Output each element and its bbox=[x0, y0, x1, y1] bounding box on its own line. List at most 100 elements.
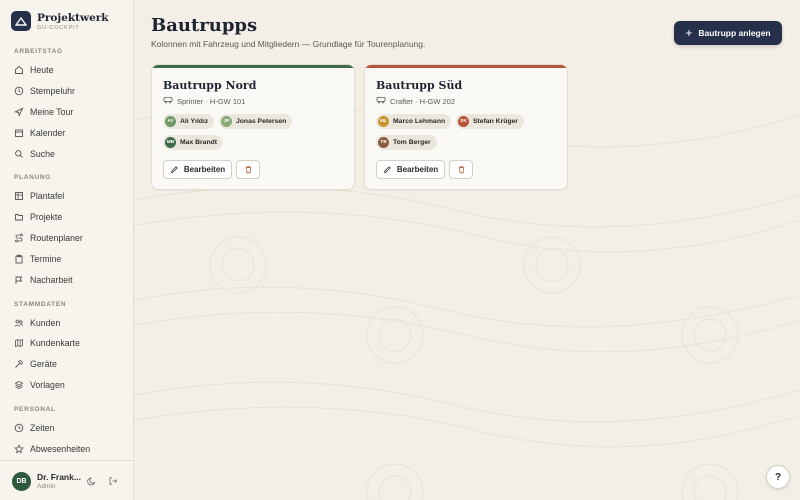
sidebar-item-label: Heute bbox=[30, 65, 54, 75]
sidebar-item-label: Kundenkarte bbox=[30, 338, 80, 348]
sidebar-item-heute[interactable]: Heute bbox=[8, 61, 126, 79]
sidebar-item-label: Abwesenheiten bbox=[30, 444, 91, 454]
section-label-arbeitstag: ARBEITSTAG bbox=[14, 48, 63, 55]
grid-icon bbox=[14, 191, 24, 201]
crew-name: Bautrupp Nord bbox=[163, 79, 257, 92]
sidebar-item-label: Meine Tour bbox=[30, 107, 74, 117]
theme-toggle-moon-icon[interactable] bbox=[86, 475, 98, 487]
trash-icon bbox=[244, 161, 253, 179]
sidebar-item-kalender[interactable]: Kalender bbox=[8, 124, 126, 142]
search-icon bbox=[14, 149, 24, 159]
crew-vehicle: Sprinter · H-GW 101 bbox=[163, 96, 245, 106]
sidebar-item-termine[interactable]: Termine bbox=[8, 250, 126, 268]
sidebar-item-plantafel[interactable]: Plantafel bbox=[8, 187, 126, 205]
star-icon bbox=[14, 444, 24, 454]
member-chip: ML Marco Lehmann bbox=[376, 114, 452, 129]
home-icon bbox=[14, 65, 24, 75]
users-icon bbox=[14, 318, 24, 328]
sidebar-item-geraete[interactable]: Geräte bbox=[8, 355, 126, 373]
page-subtitle: Kolonnen mit Fahrzeug und Mitgliedern — … bbox=[151, 39, 426, 49]
member-chip: MB Max Brandt bbox=[163, 135, 224, 150]
member-chip: AY Ali Yıldız bbox=[163, 114, 215, 129]
delete-button[interactable] bbox=[449, 160, 473, 179]
plus-icon: + bbox=[685, 26, 693, 40]
clock-icon bbox=[14, 423, 24, 433]
member-avatar: AY bbox=[165, 116, 176, 127]
member-name: Max Brandt bbox=[180, 139, 218, 146]
crew-card-nord: Bautrupp Nord Sprinter · H-GW 101 AY Ali… bbox=[151, 64, 355, 190]
sidebar-item-label: Projekte bbox=[30, 212, 63, 222]
delete-button[interactable] bbox=[236, 160, 260, 179]
section-label-stammdaten: STAMMDATEN bbox=[14, 301, 67, 308]
crew-vehicle: Crafter · H-GW 202 bbox=[376, 96, 455, 106]
sidebar-item-routenplaner[interactable]: Routenplaner bbox=[8, 229, 126, 247]
sidebar-item-label: Routenplaner bbox=[30, 233, 83, 243]
sidebar-item-label: Zeiten bbox=[30, 423, 55, 433]
logout-icon[interactable] bbox=[107, 475, 119, 487]
map-icon bbox=[14, 338, 24, 348]
sidebar-item-kundenkarte[interactable]: Kundenkarte bbox=[8, 334, 126, 352]
sidebar: Projektwerk GU-COCKPIT ARBEITSTAG Heute … bbox=[0, 0, 134, 500]
member-name: Stefan Krüger bbox=[473, 118, 518, 125]
sidebar-item-projekte[interactable]: Projekte bbox=[8, 208, 126, 226]
add-crew-label: Bautrupp anlegen bbox=[698, 28, 771, 38]
vehicle-label: Sprinter · H-GW 101 bbox=[177, 96, 246, 106]
member-name: Ali Yıldız bbox=[180, 118, 209, 125]
navigation-icon bbox=[14, 107, 24, 117]
sidebar-item-nacharbeit[interactable]: Nacharbeit bbox=[8, 271, 126, 289]
sidebar-item-meine-tour[interactable]: Meine Tour bbox=[8, 103, 126, 121]
vehicle-label: Crafter · H-GW 202 bbox=[390, 96, 456, 106]
sidebar-item-label: Kalender bbox=[30, 128, 66, 138]
sidebar-item-label: Vorlagen bbox=[30, 380, 65, 390]
member-chip: JP Jonas Petersen bbox=[219, 114, 293, 129]
hammer-icon bbox=[14, 359, 24, 369]
sidebar-item-label: Plantafel bbox=[30, 191, 65, 201]
clock-icon bbox=[14, 86, 24, 96]
trash-icon bbox=[457, 161, 466, 179]
sidebar-item-label: Nacharbeit bbox=[30, 275, 73, 285]
member-name: Jonas Petersen bbox=[236, 118, 287, 125]
pencil-icon bbox=[170, 165, 179, 174]
brand-subtitle: GU-COCKPIT bbox=[37, 24, 80, 31]
sidebar-item-kunden[interactable]: Kunden bbox=[8, 314, 126, 332]
sidebar-item-abwesenheiten[interactable]: Abwesenheiten bbox=[8, 440, 126, 458]
member-avatar: ML bbox=[378, 116, 389, 127]
vehicle-icon bbox=[376, 96, 386, 106]
pencil-icon bbox=[383, 165, 392, 174]
route-icon bbox=[14, 233, 24, 243]
edit-button[interactable]: Bearbeiten bbox=[376, 160, 445, 179]
sidebar-item-zeiten[interactable]: Zeiten bbox=[8, 419, 126, 437]
page-title: Bautrupps bbox=[151, 15, 258, 36]
sidebar-item-label: Stempeluhr bbox=[30, 86, 75, 96]
brand[interactable]: Projektwerk GU-COCKPIT bbox=[11, 11, 109, 31]
main-content: Bautrupps Kolonnen mit Fahrzeug und Mitg… bbox=[135, 0, 800, 500]
card-accent-bar bbox=[152, 65, 354, 68]
member-chip: TB Tom Berger bbox=[376, 135, 437, 150]
section-label-planung: PLANUNG bbox=[14, 174, 52, 181]
help-button[interactable]: ? bbox=[766, 465, 790, 489]
add-crew-button[interactable]: + Bautrupp anlegen bbox=[674, 21, 782, 45]
edit-label: Bearbeiten bbox=[183, 165, 226, 174]
sidebar-item-suche[interactable]: Suche bbox=[8, 145, 126, 163]
crew-card-sued: Bautrupp Süd Crafter · H-GW 202 ML Marco… bbox=[364, 64, 568, 190]
avatar[interactable]: DB bbox=[12, 472, 31, 491]
logo-icon bbox=[11, 11, 31, 31]
member-chip: SK Stefan Krüger bbox=[456, 114, 524, 129]
sidebar-item-vorlagen[interactable]: Vorlagen bbox=[8, 376, 126, 394]
member-avatar: SK bbox=[458, 116, 469, 127]
sidebar-item-label: Kunden bbox=[30, 318, 61, 328]
layers-icon bbox=[14, 380, 24, 390]
member-avatar: JP bbox=[221, 116, 232, 127]
member-name: Marco Lehmann bbox=[393, 118, 446, 125]
member-avatar: MB bbox=[165, 137, 176, 148]
sidebar-item-label: Suche bbox=[30, 149, 55, 159]
calendar-icon bbox=[14, 128, 24, 138]
section-label-personal: PERSONAL bbox=[14, 406, 56, 413]
member-name: Tom Berger bbox=[393, 139, 431, 146]
clipboard-icon bbox=[14, 254, 24, 264]
edit-label: Bearbeiten bbox=[396, 165, 439, 174]
sidebar-item-stempeluhr[interactable]: Stempeluhr bbox=[8, 82, 126, 100]
sidebar-item-label: Geräte bbox=[30, 359, 57, 369]
edit-button[interactable]: Bearbeiten bbox=[163, 160, 232, 179]
flag-icon bbox=[14, 275, 24, 285]
